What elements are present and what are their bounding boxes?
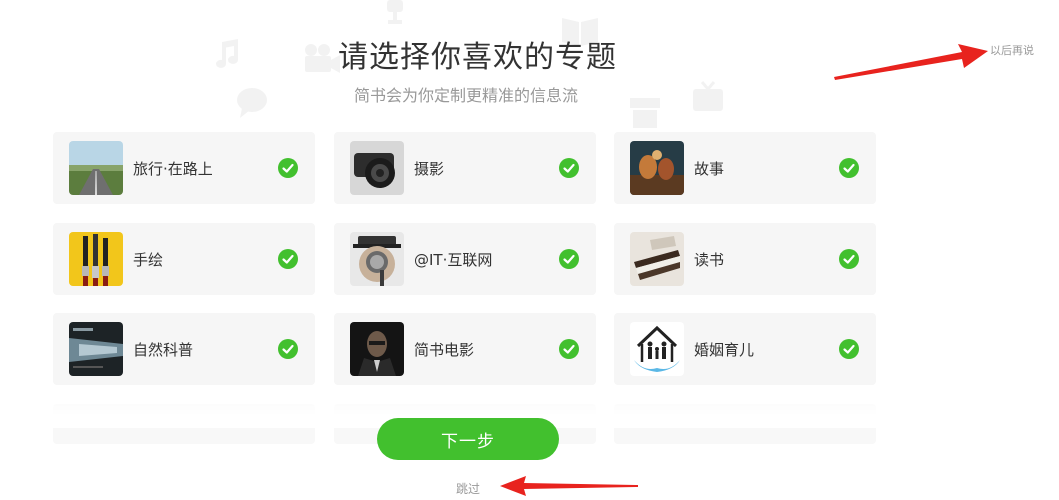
checkmark-icon: [559, 158, 579, 178]
checkmark-icon: [839, 339, 859, 359]
trophy-icon: [387, 0, 403, 24]
topic-card-travel[interactable]: 旅行·在路上: [53, 132, 315, 204]
topic-card-photography[interactable]: 摄影: [334, 132, 596, 204]
skip-link[interactable]: 跳过: [456, 480, 480, 497]
checkmark-icon: [839, 158, 859, 178]
shop-icon: [630, 98, 660, 128]
tunnel-photo-thumbnail: [69, 322, 123, 376]
theater-photo-thumbnail: [630, 141, 684, 195]
topic-name: 摄影: [414, 160, 445, 178]
topic-name: 自然科普: [133, 341, 194, 359]
books-photo-thumbnail: [630, 232, 684, 286]
topic-card-marriage-parenting[interactable]: 婚姻育儿: [614, 313, 876, 385]
topic-name: 读书: [694, 251, 725, 269]
checkmark-icon: [278, 249, 298, 269]
topic-selection-page: 请选择你喜欢的专题 简书会为你定制更精准的信息流 以后再说 旅行·在路上 摄影 …: [0, 0, 1059, 500]
page-subtitle: 简书会为你定制更精准的信息流: [354, 86, 579, 105]
annotation-arrow-icon: [500, 476, 638, 496]
topic-name: @IT·互联网: [414, 251, 493, 269]
film-camera-icon: [305, 44, 340, 73]
topic-name: 手绘: [133, 251, 164, 269]
later-link[interactable]: 以后再说: [990, 42, 1034, 58]
camera-photo-thumbnail: [350, 141, 404, 195]
godfather-photo-thumbnail: [350, 322, 404, 376]
chat-bubbles-icon: [237, 88, 267, 118]
topic-card-movies[interactable]: 简书电影: [334, 313, 596, 385]
checkmark-icon: [278, 158, 298, 178]
topic-name: 婚姻育儿: [694, 341, 755, 359]
checkmark-icon: [278, 339, 298, 359]
checkmark-icon: [559, 339, 579, 359]
checkmark-icon: [839, 249, 859, 269]
checkmark-icon: [559, 249, 579, 269]
topic-card-reading[interactable]: 读书: [614, 223, 876, 295]
topic-name: 故事: [694, 160, 725, 178]
topic-card-science[interactable]: 自然科普: [53, 313, 315, 385]
paintbrush-photo-thumbnail: [69, 232, 123, 286]
topic-card-it-internet[interactable]: @IT·互联网: [334, 223, 596, 295]
topic-card-hand-drawing[interactable]: 手绘: [53, 223, 315, 295]
next-step-button[interactable]: 下一步: [377, 418, 559, 460]
page-title: 请选择你喜欢的专题: [338, 40, 617, 75]
topic-card-story[interactable]: 故事: [614, 132, 876, 204]
magnifier-man-photo-thumbnail: [350, 232, 404, 286]
road-photo-thumbnail: [69, 141, 123, 195]
family-house-logo-thumbnail: [630, 322, 684, 376]
annotation-arrow-icon: [834, 44, 988, 80]
topic-name: 简书电影: [414, 341, 475, 359]
music-note-icon: [216, 39, 238, 68]
topic-name: 旅行·在路上: [133, 160, 213, 178]
tv-icon: [693, 81, 723, 111]
